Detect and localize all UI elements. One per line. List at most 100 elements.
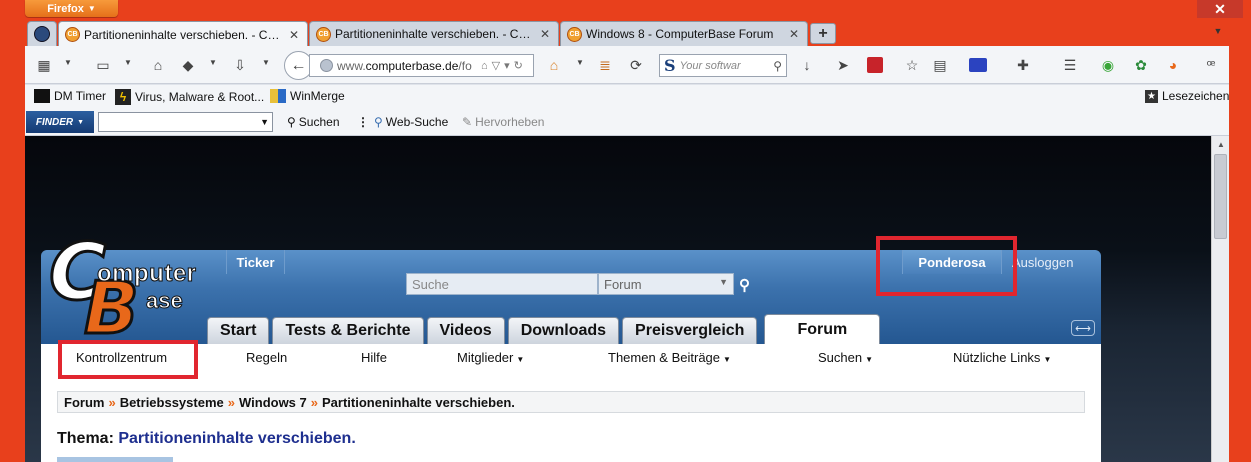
download-icon[interactable]: ↓ (797, 55, 817, 75)
bookmarks-menu-icon[interactable]: ▤ (930, 55, 950, 75)
finder-options-icon[interactable]: ⋮ (357, 115, 369, 129)
scrollbar-thumb[interactable] (1214, 154, 1227, 239)
nav-tab-tests[interactable]: Tests & Berichte (272, 317, 424, 344)
finder-search-button[interactable]: ⚲ Suchen (287, 115, 340, 129)
firefox-menu-button[interactable]: Firefox ▼ (25, 0, 118, 17)
list-all-tabs-icon[interactable]: ▼ (1211, 24, 1225, 38)
bookmark-dm-timer[interactable]: DM Timer (34, 89, 106, 103)
new-tab-button[interactable]: + (810, 23, 836, 44)
web-search-icon: ⚲ (374, 115, 383, 129)
web-page: C B omputer ase Ticker Suche Forum ▼ ⚲ P… (25, 136, 1211, 462)
bookmarks-menu[interactable]: ★ Lesezeichen (1145, 89, 1229, 103)
bookmark-star-outline-icon[interactable]: ▽ (492, 59, 500, 72)
computerbase-favicon: CB (316, 26, 331, 42)
nav-tab-forum[interactable]: Forum (764, 314, 881, 344)
url-bar[interactable]: www.computerbase.de/fo ⌂ ▽ ▾ ↻ (309, 54, 534, 77)
download-arrow-icon[interactable]: ⇩ (230, 55, 250, 75)
addon-orange-icon[interactable]: ◕ (1163, 55, 1183, 75)
puzzle-icon[interactable]: ✚ (1013, 55, 1033, 75)
chevron-down-icon[interactable]: ▼ (209, 58, 217, 67)
arrow-left-icon: ← (290, 56, 307, 74)
bookmarks-toolbar: DM Timer ϟ Virus, Malware & Root... WinM… (25, 85, 1229, 108)
chevron-down-icon[interactable]: ▼ (124, 58, 132, 67)
addon-s-icon[interactable]: ꟹ (1201, 55, 1221, 75)
tab-1[interactable]: CB Partitioneninhalte verschieben. - Co.… (58, 21, 308, 47)
breadcrumb-current: Partitioneninhalte verschieben. (322, 395, 515, 410)
tab-3[interactable]: CB Windows 8 - ComputerBase Forum ✕ (560, 21, 808, 46)
breadcrumb-separator: » (310, 395, 318, 410)
ticker-link[interactable]: Ticker (226, 250, 285, 274)
close-tab-icon[interactable]: ✕ (787, 27, 801, 41)
page-icon[interactable]: ▭ (93, 55, 113, 75)
expand-width-icon[interactable]: ⟷ (1071, 320, 1095, 336)
thread-title[interactable]: Partitioneninhalte verschieben. (118, 430, 355, 447)
web-search-button[interactable]: ⚲ Web-Suche (374, 115, 448, 129)
eye-icon[interactable]: ◆ (178, 55, 198, 75)
chevron-down-icon[interactable]: ▼ (262, 58, 270, 67)
finder-logo-text: FINDER (35, 116, 74, 128)
home-icon[interactable]: ⌂ (148, 55, 168, 75)
bookmark-virus-malware[interactable]: ϟ Virus, Malware & Root... (115, 89, 264, 105)
search-box[interactable]: S Your softwar ⚲ (659, 54, 787, 77)
adblock-icon[interactable] (968, 55, 988, 75)
pinned-tab[interactable] (27, 21, 57, 46)
site-search-scope-select[interactable]: Forum ▼ (598, 273, 734, 295)
subnav-nuetzliche-links[interactable]: Nützliche Links ▼ (953, 350, 1051, 365)
page-scrollbar[interactable]: ▲ (1211, 136, 1229, 462)
search-input[interactable]: Your softwar (680, 60, 770, 72)
star-icon: ★ (1145, 89, 1158, 103)
home-colored-icon[interactable]: ⌂ (544, 55, 564, 75)
search-icon[interactable]: ⚲ (773, 59, 786, 73)
finder-logo[interactable]: FINDER ▼ (26, 111, 94, 133)
search-icon[interactable]: ⚲ (739, 276, 750, 294)
subnav-regeln[interactable]: Regeln (246, 350, 287, 365)
reload-icon[interactable]: ↻ (514, 59, 523, 72)
sync-icon[interactable]: ⟳ (626, 55, 646, 75)
navigation-toolbar: ▦ ▼ ▭ ▼ ⌂ ◆ ▼ ⇩ ▼ ← www.computerbase.de/… (25, 46, 1229, 84)
chevron-down-icon: ▼ (516, 355, 525, 364)
addon-red-icon[interactable] (865, 55, 885, 75)
chevron-down-icon[interactable]: ▼ (260, 117, 269, 127)
close-tab-icon[interactable]: ✕ (287, 28, 301, 42)
chevron-down-icon[interactable]: ▼ (576, 58, 584, 67)
computerbase-favicon: CB (65, 27, 80, 42)
nav-tab-preisvergleich[interactable]: Preisvergleich (622, 317, 758, 344)
subnav-suchen[interactable]: Suchen ▼ (818, 350, 873, 365)
tab-2[interactable]: CB Partitioneninhalte verschieben. - Co.… (309, 21, 559, 46)
apps-grid-icon[interactable]: ▦ (34, 55, 54, 75)
menu-icon[interactable]: ☰ (1060, 55, 1080, 75)
site-search-input[interactable]: Suche (406, 273, 598, 295)
finder-search-label: Suchen (298, 115, 340, 129)
nav-tab-start[interactable]: Start (207, 317, 270, 344)
breadcrumb-forum[interactable]: Forum (64, 395, 104, 410)
logo-word-2: ase (146, 288, 184, 314)
window-close-button[interactable]: ✕ (1197, 0, 1243, 19)
bookmark-star-icon[interactable]: ☆ (902, 55, 922, 75)
send-icon[interactable]: ➤ (833, 55, 853, 75)
dm-timer-icon (34, 89, 50, 103)
subnav-mitglieder[interactable]: Mitglieder ▼ (457, 350, 524, 365)
bookmark-winmerge[interactable]: WinMerge (270, 89, 345, 103)
nav-tab-downloads[interactable]: Downloads (507, 317, 620, 344)
logout-link[interactable]: Ausloggen (1012, 250, 1073, 274)
chevron-down-icon[interactable]: ▼ (64, 58, 72, 67)
nav-tab-videos[interactable]: Videos (426, 317, 505, 344)
highlight-box-kontrollzentrum (58, 340, 198, 379)
stack-icon[interactable]: ≣ (595, 55, 615, 75)
subnav-themen-beitraege[interactable]: Themen & Beiträge ▼ (608, 350, 731, 365)
highlight-button[interactable]: ✎ Hervorheben (462, 115, 544, 129)
bookmarks-menu-label: Lesezeichen (1162, 89, 1230, 103)
subnav-hilfe[interactable]: Hilfe (361, 350, 387, 365)
scroll-up-icon[interactable]: ▲ (1212, 136, 1230, 152)
finder-search-field[interactable]: ▼ (98, 112, 273, 132)
close-tab-icon[interactable]: ✕ (538, 27, 552, 41)
computerbase-logo[interactable]: C B omputer ase (47, 233, 219, 346)
breadcrumb-windows-7[interactable]: Windows 7 (239, 395, 307, 410)
breadcrumb-separator: » (227, 395, 235, 410)
chevron-down-icon[interactable]: ▾ (504, 59, 510, 72)
home-small-icon[interactable]: ⌂ (481, 60, 488, 72)
breadcrumb-betriebssysteme[interactable]: Betriebssysteme (120, 395, 224, 410)
green-magnifier-icon[interactable]: ◉ (1098, 55, 1118, 75)
chevron-down-icon: ▼ (723, 355, 731, 364)
addon-green-icon[interactable]: ✿ (1131, 55, 1151, 75)
